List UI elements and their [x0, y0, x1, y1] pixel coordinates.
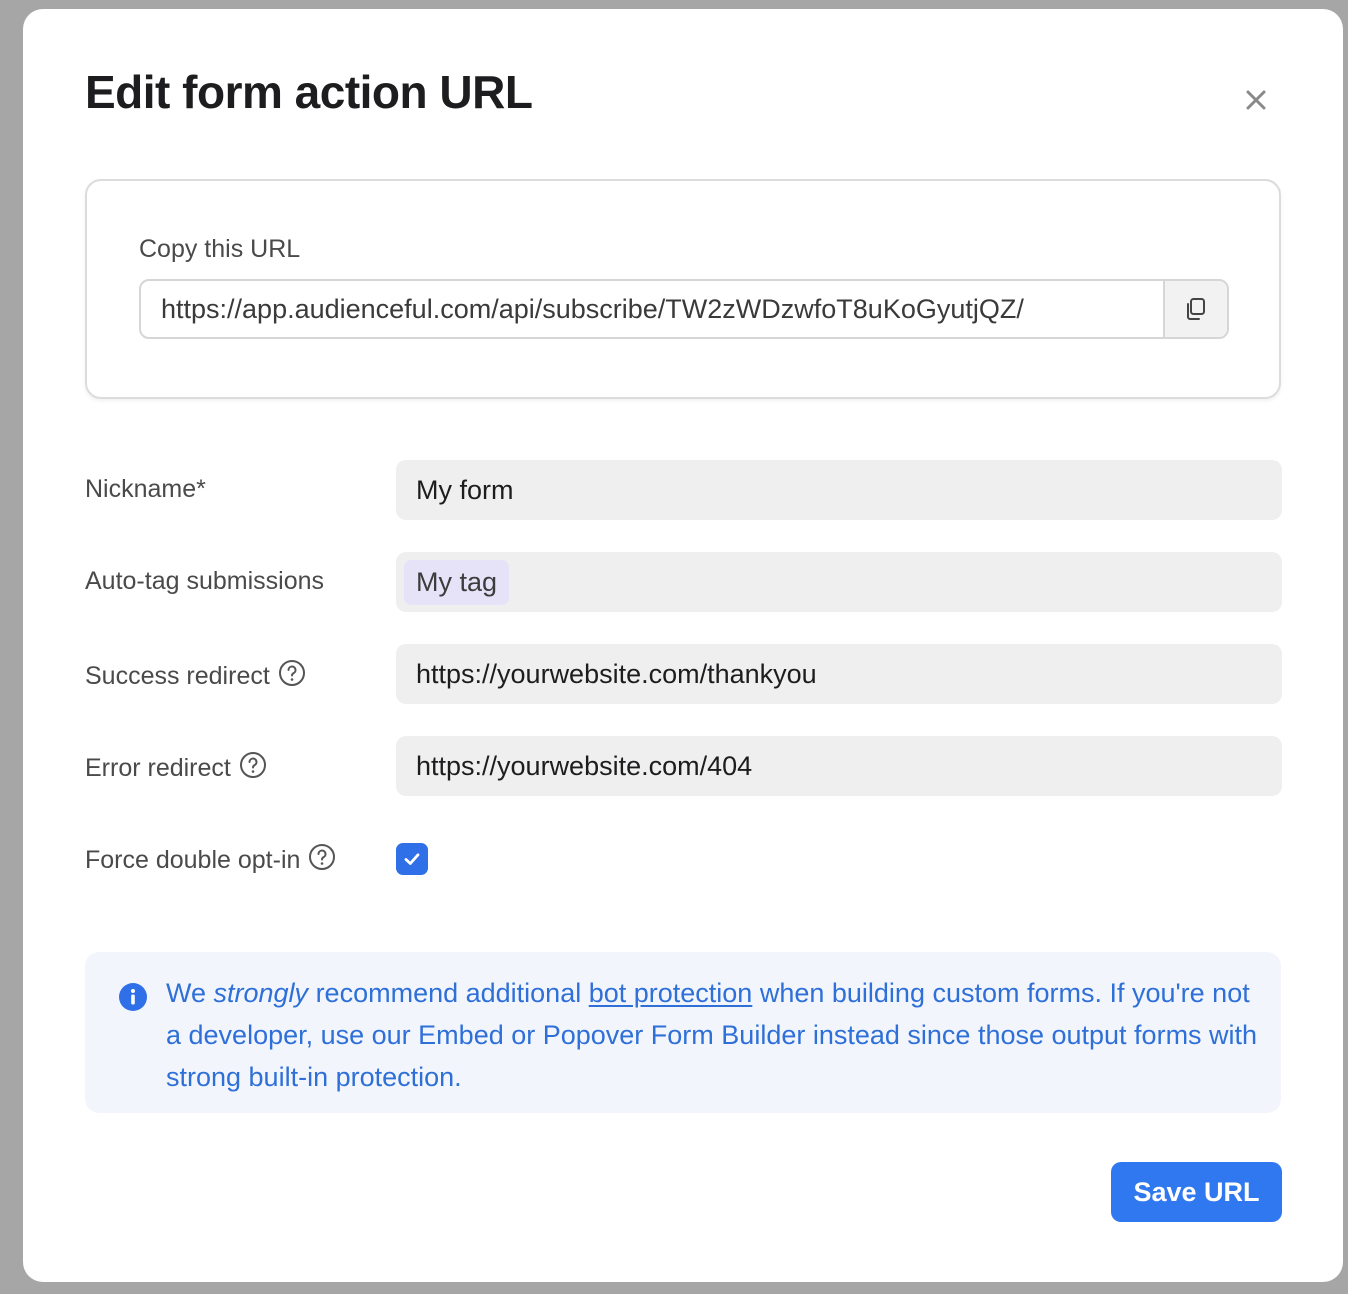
copy-url-label: Copy this URL — [139, 235, 301, 263]
modal-title: Edit form action URL — [85, 66, 533, 118]
tag-chip[interactable]: My tag — [404, 559, 510, 605]
notice-text-part: recommend additional — [308, 978, 589, 1008]
nickname-label: Nickname* — [85, 475, 206, 504]
auto-tag-label-text: Auto-tag submissions — [85, 567, 325, 595]
error-redirect-label-text: Error redirect — [85, 754, 231, 782]
auto-tag-label: Auto-tag submissions — [85, 567, 324, 596]
copy-url-field — [139, 279, 1229, 339]
close-button[interactable] — [1241, 85, 1271, 115]
nickname-input[interactable] — [396, 460, 1282, 520]
error-redirect-label: Error redirect — [85, 751, 267, 786]
bot-protection-notice: We strongly recommend additional bot pro… — [85, 952, 1281, 1113]
edit-form-action-url-modal: Edit form action URL Copy this URL Nickn… — [23, 9, 1343, 1282]
copy-url-card: Copy this URL — [85, 179, 1281, 399]
success-redirect-label-text: Success redirect — [85, 662, 270, 690]
close-icon — [1246, 90, 1266, 110]
notice-emphasis: strongly — [213, 978, 309, 1008]
help-icon[interactable] — [239, 751, 267, 786]
save-url-button[interactable]: Save URL — [1111, 1162, 1282, 1222]
help-icon[interactable] — [278, 659, 306, 694]
copy-icon — [1187, 298, 1205, 320]
force-double-optin-label-text: Force double opt-in — [85, 846, 301, 874]
copy-url-button[interactable] — [1163, 281, 1227, 337]
copy-url-input[interactable] — [141, 281, 1163, 337]
bot-protection-link[interactable]: bot protection — [589, 978, 753, 1008]
nickname-label-text: Nickname* — [85, 475, 206, 503]
success-redirect-input[interactable] — [396, 644, 1282, 704]
force-double-optin-label: Force double opt-in — [85, 843, 336, 878]
force-double-optin-checkbox[interactable] — [396, 843, 428, 875]
auto-tag-input[interactable]: My tag — [396, 552, 1282, 612]
notice-text: We strongly recommend additional bot pro… — [166, 972, 1261, 1098]
info-icon — [118, 982, 148, 1017]
notice-text-part: We — [166, 978, 214, 1008]
help-icon[interactable] — [308, 843, 336, 878]
success-redirect-label: Success redirect — [85, 659, 306, 694]
error-redirect-input[interactable] — [396, 736, 1282, 796]
checkmark-icon — [404, 853, 420, 865]
